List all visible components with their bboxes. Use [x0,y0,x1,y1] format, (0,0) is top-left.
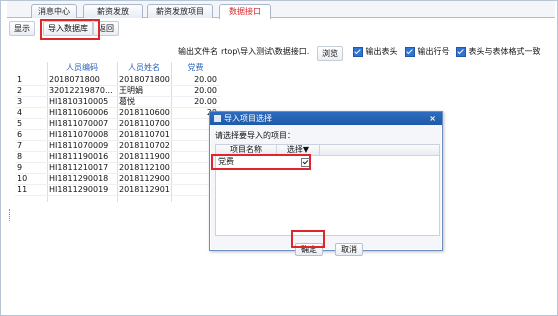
fee-cell: 20.00 [194,75,217,84]
output-filename-input[interactable]: rtop\导入测试\数据接口.xls [221,45,309,59]
output-filename-label: 输出文件名 [178,47,218,56]
name-cell: 2018112900 [119,174,170,183]
row-number-cell: 4 [17,108,23,117]
fee-cell: 20.00 [194,86,217,95]
name-cell: 2018110700 [119,119,170,128]
output-header-label: 输出表头 [365,47,398,56]
row-number-cell: 3 [17,97,23,106]
table-row[interactable]: 11HI181129001920181129012 [15,184,220,196]
column-header-rowno [15,62,47,73]
row-number-cell: 7 [17,141,23,150]
import-item-dialog: 导入项目选择 × 请选择要导入的项目： 项目名称 选择▼ 党费 确定 取消 [209,111,443,256]
tab-label: 消息中心 [38,7,70,16]
code-cell: 32012219870... [49,86,113,95]
output-rowno-option[interactable]: 输出行号 [405,45,450,59]
row-number-cell: 5 [17,119,23,128]
name-cell: 2018112901 [119,185,170,194]
browse-button[interactable]: 浏览 [317,46,343,61]
name-cell: 2018110600 [119,108,170,117]
dialog-body: 请选择要导入的项目： 项目名称 选择▼ 党费 确定 取消 [211,125,441,256]
column-header-name[interactable]: 人员姓名 [117,62,171,73]
code-cell: HI1811060006 [49,108,109,117]
name-cell: 2018110702 [119,141,170,150]
column-header-fee[interactable]: 党费 [171,62,220,73]
cancel-button[interactable]: 取消 [335,243,363,256]
import-button-highlight [40,19,100,40]
code-cell: HI1810310005 [49,97,109,106]
output-header-checkbox[interactable] [353,46,363,57]
name-cell: 2018111900 [119,152,170,161]
tab-data-interface[interactable]: 数据接口 [219,4,271,19]
row-number-cell: 6 [17,130,23,139]
header-match-label: 表头与表体格式一致 [468,47,541,56]
row-number-cell: 9 [17,163,23,172]
tab-bar: 消息中心 薪资发放 薪资发放项目 数据接口 [7,1,555,19]
dialog-titlebar[interactable]: 导入项目选择 × [210,112,442,125]
tab-label: 数据接口 [229,7,261,16]
code-cell: HI1811210017 [49,163,109,172]
display-button[interactable]: 显示 [9,21,35,36]
name-cell: 2018110701 [119,130,170,139]
code-cell: HI1811290018 [49,174,109,183]
tab-salary-payment[interactable]: 薪资发放 [83,4,143,18]
dialog-title: 导入项目选择 [224,114,272,123]
output-header-option[interactable]: 输出表头 [353,45,398,59]
splitter-handle[interactable] [9,209,12,221]
row-number-cell: 11 [17,185,28,194]
code-cell: HI1811290019 [49,185,109,194]
tab-label: 薪资发放 [97,7,129,16]
row-number-cell: 1 [17,75,23,84]
tab-message-center[interactable]: 消息中心 [31,4,77,18]
output-rowno-label: 输出行号 [417,47,450,56]
column-header-code[interactable]: 人员编码 [47,62,117,73]
name-cell: 葛悦 [119,97,135,106]
ok-button-highlight [291,230,325,248]
window-icon [214,115,221,122]
dialog-prompt: 请选择要导入的项目： [215,131,295,140]
fee-cell: 20.00 [194,97,217,106]
data-grid: 人员编码 人员姓名 党费 1 2018071800 2018071800 20.00 2… [15,62,230,202]
row-number-cell: 8 [17,152,23,161]
code-cell: HI1811190016 [49,152,109,161]
row-number-cell: 2 [17,86,23,95]
close-icon[interactable]: × [429,112,436,125]
header-match-option[interactable]: 表头与表体格式一致 [456,45,541,59]
header-match-checkbox[interactable] [456,46,466,57]
code-cell: HI1811070008 [49,130,109,139]
app-window: 消息中心 薪资发放 薪资发放项目 数据接口 显示 导入数据库 返回 输出文件名 … [0,0,558,316]
code-cell: HI1811070007 [49,119,109,128]
output-rowno-checkbox[interactable] [405,46,415,57]
name-cell: 2018071800 [119,75,170,84]
tab-label: 薪资发放项目 [156,7,204,16]
tab-salary-items[interactable]: 薪资发放项目 [147,4,213,18]
code-cell: HI1811070009 [49,141,109,150]
row-number-cell: 10 [17,174,28,183]
blank-header [320,145,439,156]
item-row-highlight [211,154,311,170]
name-cell: 2018112100 [119,163,170,172]
name-cell: 王明娟 [119,86,143,95]
code-cell: 2018071800 [49,75,100,84]
